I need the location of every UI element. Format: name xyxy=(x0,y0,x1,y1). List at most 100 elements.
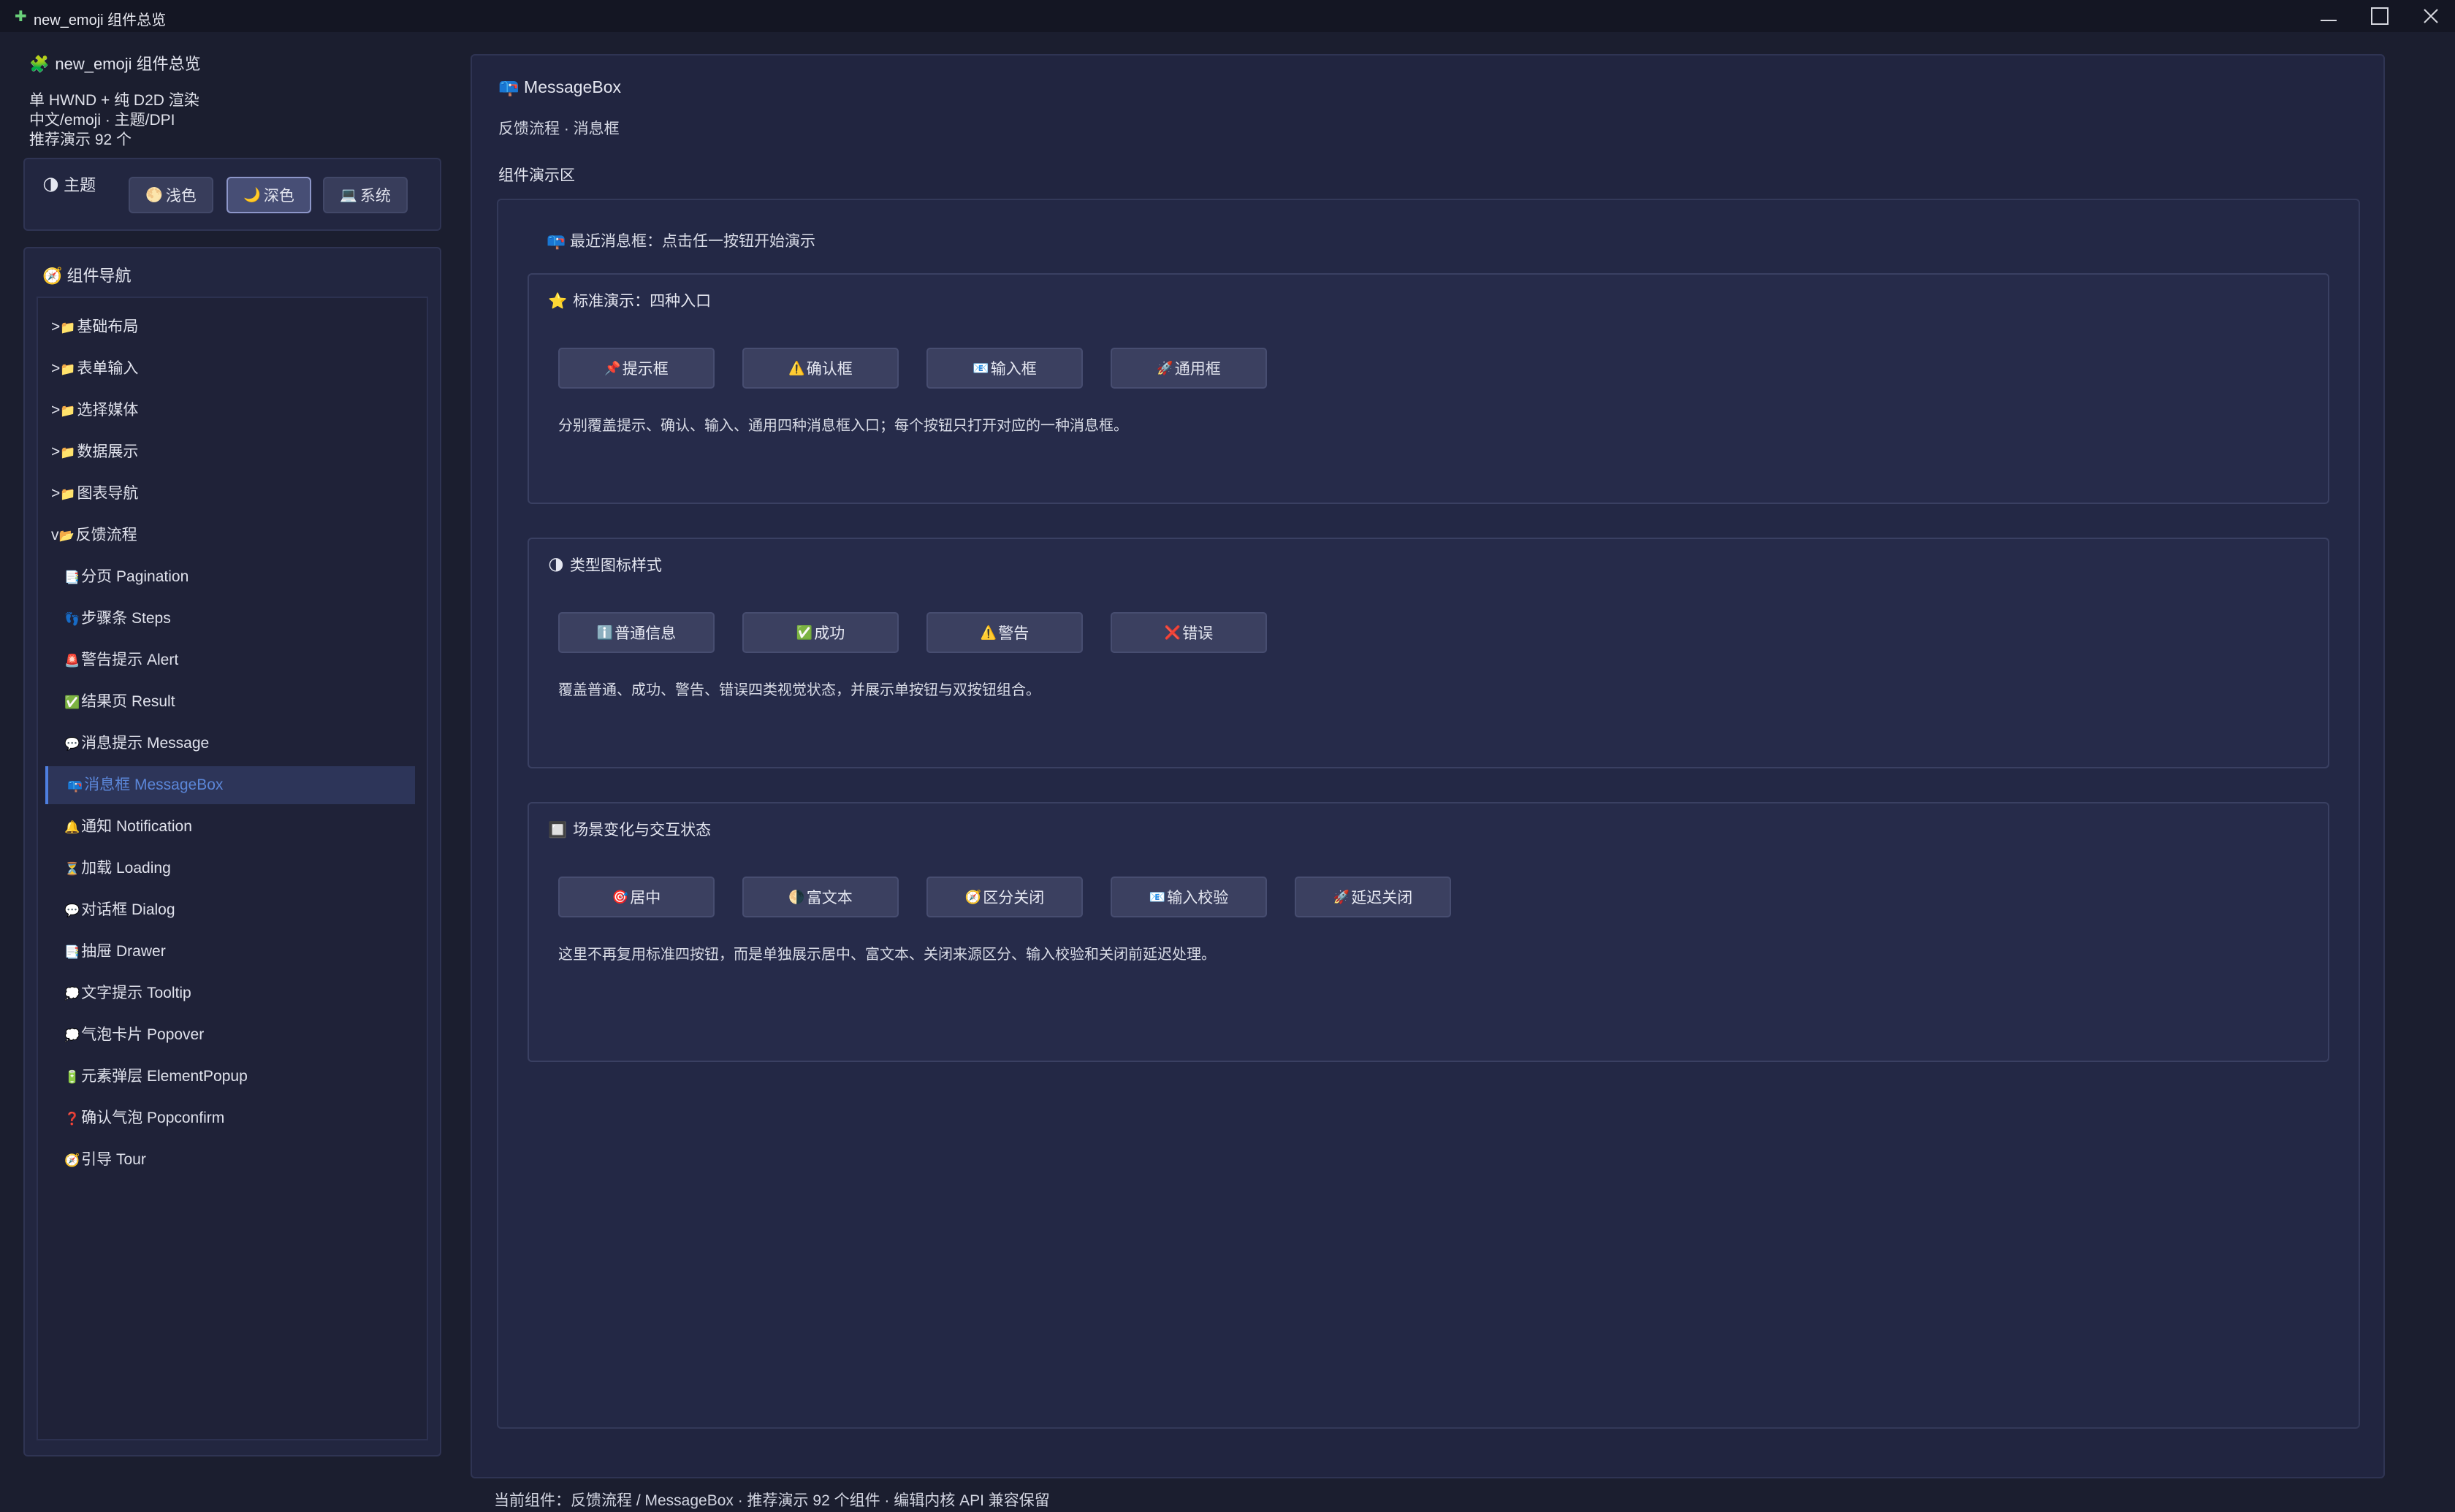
recent-text: 最近消息框：点击任一按钮开始演示 xyxy=(570,233,815,250)
error-button[interactable]: ❌ 错误 xyxy=(1111,612,1267,653)
status-bar: 当前组件：反馈流程 / MessageBox · 推荐演示 92 个组件 · 编… xyxy=(494,1492,1050,1509)
nav-item-label: 步骤条 Steps xyxy=(81,610,171,627)
demo-area-label: 组件演示区 xyxy=(498,167,575,184)
sidebar-header: 🧩 new_emoji 组件总览 xyxy=(29,51,201,75)
theme-dark-button[interactable]: 🌙 深色 xyxy=(227,177,311,213)
confirm-box-button[interactable]: ⚠️ 确认框 xyxy=(742,348,899,389)
breadcrumb: 反馈流程 · 消息框 xyxy=(498,121,620,137)
alert-box-button[interactable]: 📌 提示框 xyxy=(558,348,715,389)
nav-item-alert[interactable]: 🚨警告提示 Alert xyxy=(45,641,415,679)
nav-item-dialog[interactable]: 💬对话框 Dialog xyxy=(45,891,415,929)
nav-item-tour[interactable]: 🧭引导 Tour xyxy=(45,1141,415,1179)
pushpin-icon: 📌 xyxy=(604,360,621,375)
input-validation-button[interactable]: 📧 输入校验 xyxy=(1111,877,1267,917)
envelope-icon: 📧 xyxy=(973,360,989,375)
theme-light-label: 浅色 xyxy=(165,188,197,205)
nav-group-chart-nav[interactable]: >📁图表导航 xyxy=(45,475,415,513)
chevron-right-icon: > xyxy=(51,402,61,419)
nav-group-feedback[interactable]: v📂反馈流程 xyxy=(45,516,415,554)
rocket-icon: 🚀 xyxy=(1333,889,1350,904)
distinguish-close-button[interactable]: 🧭 区分关闭 xyxy=(926,877,1083,917)
title-bar: ✚ new_emoji 组件总览 xyxy=(0,0,2455,32)
nav-group-select-media[interactable]: >📁选择媒体 xyxy=(45,392,415,429)
compass-icon: 🧭 xyxy=(964,889,982,904)
nav-item-steps[interactable]: 👣步骤条 Steps xyxy=(45,600,415,638)
prompt-box-button[interactable]: 📧 输入框 xyxy=(926,348,1083,389)
nav-group-form-input[interactable]: >📁表单输入 xyxy=(45,350,415,388)
success-button[interactable]: ✅ 成功 xyxy=(742,612,899,653)
theme-icon: 🌗 xyxy=(42,176,59,194)
footprints-icon: 👣 xyxy=(64,612,80,626)
target-icon: 🎯 xyxy=(612,889,629,904)
button-label: 输入框 xyxy=(990,361,1037,378)
folder-icon: 📁 xyxy=(60,321,76,335)
nav-item-notification[interactable]: 🔔通知 Notification xyxy=(45,808,415,846)
thought-bubble-icon: 💭 xyxy=(64,1028,80,1042)
theme-label: 主题 xyxy=(64,176,96,194)
delayed-close-button[interactable]: 🚀 延迟关闭 xyxy=(1295,877,1451,917)
theme-system-button[interactable]: 💻 系统 xyxy=(323,177,408,213)
theme-title: 🌗 主题 xyxy=(42,172,96,196)
nav-item-label: 元素弹层 ElementPopup xyxy=(81,1068,248,1085)
nav-item-message[interactable]: 💬消息提示 Message xyxy=(45,725,415,763)
maximize-icon xyxy=(2371,7,2389,25)
check-icon: ✅ xyxy=(796,625,813,640)
nav-item-elementpopup[interactable]: 🔋元素弹层 ElementPopup xyxy=(45,1058,415,1096)
nav-item-loading[interactable]: ⏳加载 Loading xyxy=(45,849,415,887)
close-icon xyxy=(2424,9,2438,23)
demo-area: 📪 最近消息框：点击任一按钮开始演示 ⭐ 标准演示：四种入口 📌 提示框 ⚠️ 确认框… xyxy=(497,199,2360,1429)
nav-item-label: 文字提示 Tooltip xyxy=(81,985,191,1001)
warning-icon: ⚠️ xyxy=(980,625,997,640)
center-button[interactable]: 🎯 居中 xyxy=(558,877,715,917)
nav-group-basic-layout[interactable]: >📁基础布局 xyxy=(45,308,415,346)
nav-title: 🧭 组件导航 xyxy=(42,263,132,286)
nav-item-messagebox[interactable]: 📪消息框 MessageBox xyxy=(45,766,415,804)
card-title-text: 类型图标样式 xyxy=(569,557,662,574)
nav-item-popover[interactable]: 💭气泡卡片 Popover xyxy=(45,1016,415,1054)
general-box-button[interactable]: 🚀 通用框 xyxy=(1111,348,1267,389)
recent-messagebox-status: 📪 最近消息框：点击任一按钮开始演示 xyxy=(547,229,815,251)
sidebar-meta: 单 HWND + 纯 D2D 渲染 中文/emoji · 主题/DPI 推荐演示… xyxy=(29,91,199,150)
nav-item-label: 确认气泡 Popconfirm xyxy=(81,1110,225,1126)
button-label: 警告 xyxy=(998,625,1029,642)
card-description: 分别覆盖提示、确认、输入、通用四种消息框入口；每个按钮只打开对应的一种消息框。 xyxy=(558,418,1128,434)
moon-icon: 🌙 xyxy=(243,188,261,203)
minimize-icon xyxy=(2321,20,2337,21)
nav-item-pagination[interactable]: 📑分页 Pagination xyxy=(45,558,415,596)
rich-text-button[interactable]: 🌗 富文本 xyxy=(742,877,899,917)
folder-icon: 📁 xyxy=(60,404,76,418)
pages-icon: 📑 xyxy=(64,945,80,959)
nav-item-drawer[interactable]: 📑抽屉 Drawer xyxy=(45,933,415,971)
close-button[interactable] xyxy=(2405,0,2455,32)
nav-panel: 🧭 组件导航 >📁基础布局 >📁表单输入 >📁选择媒体 >📁数据展示 >📁图表导… xyxy=(23,247,441,1456)
warning-button[interactable]: ⚠️ 警告 xyxy=(926,612,1083,653)
chevron-right-icon: > xyxy=(51,318,61,335)
nav-item-popconfirm[interactable]: ❓确认气泡 Popconfirm xyxy=(45,1099,415,1137)
nav-group-label: 数据展示 xyxy=(77,443,139,460)
button-label: 通用框 xyxy=(1174,361,1221,378)
nav-group-data-display[interactable]: >📁数据展示 xyxy=(45,433,415,471)
theme-light-button[interactable]: 🌕 浅色 xyxy=(129,177,213,213)
nav-item-label: 结果页 Result xyxy=(81,693,175,710)
half-moon-icon: 🌗 xyxy=(548,557,564,574)
chevron-right-icon: > xyxy=(51,485,61,502)
nav-item-result[interactable]: ✅结果页 Result xyxy=(45,683,415,721)
speech-bubble-icon: 💬 xyxy=(64,904,80,917)
nav-item-label: 气泡卡片 Popover xyxy=(81,1026,205,1043)
nav-item-label: 通知 Notification xyxy=(81,818,192,835)
chevron-right-icon: > xyxy=(51,360,61,377)
button-label: 提示框 xyxy=(622,361,669,378)
folder-icon: 📁 xyxy=(60,487,76,501)
nav-item-tooltip[interactable]: 💭文字提示 Tooltip xyxy=(45,974,415,1012)
meta-line-render: 单 HWND + 纯 D2D 渲染 xyxy=(29,92,199,109)
button-label: 确认框 xyxy=(806,361,853,378)
window-title: new_emoji 组件总览 xyxy=(34,12,167,28)
page-title-text: MessageBox xyxy=(524,77,621,96)
nav-title-label: 组件导航 xyxy=(66,267,132,285)
info-button[interactable]: ℹ️ 普通信息 xyxy=(558,612,715,653)
sun-icon: 🌕 xyxy=(145,188,163,203)
nav-tree[interactable]: >📁基础布局 >📁表单输入 >📁选择媒体 >📁数据展示 >📁图表导航 v📂反馈流… xyxy=(37,297,428,1440)
minimize-button[interactable] xyxy=(2303,0,2354,32)
hourglass-icon: ⏳ xyxy=(64,862,80,876)
maximize-button[interactable] xyxy=(2354,0,2405,32)
